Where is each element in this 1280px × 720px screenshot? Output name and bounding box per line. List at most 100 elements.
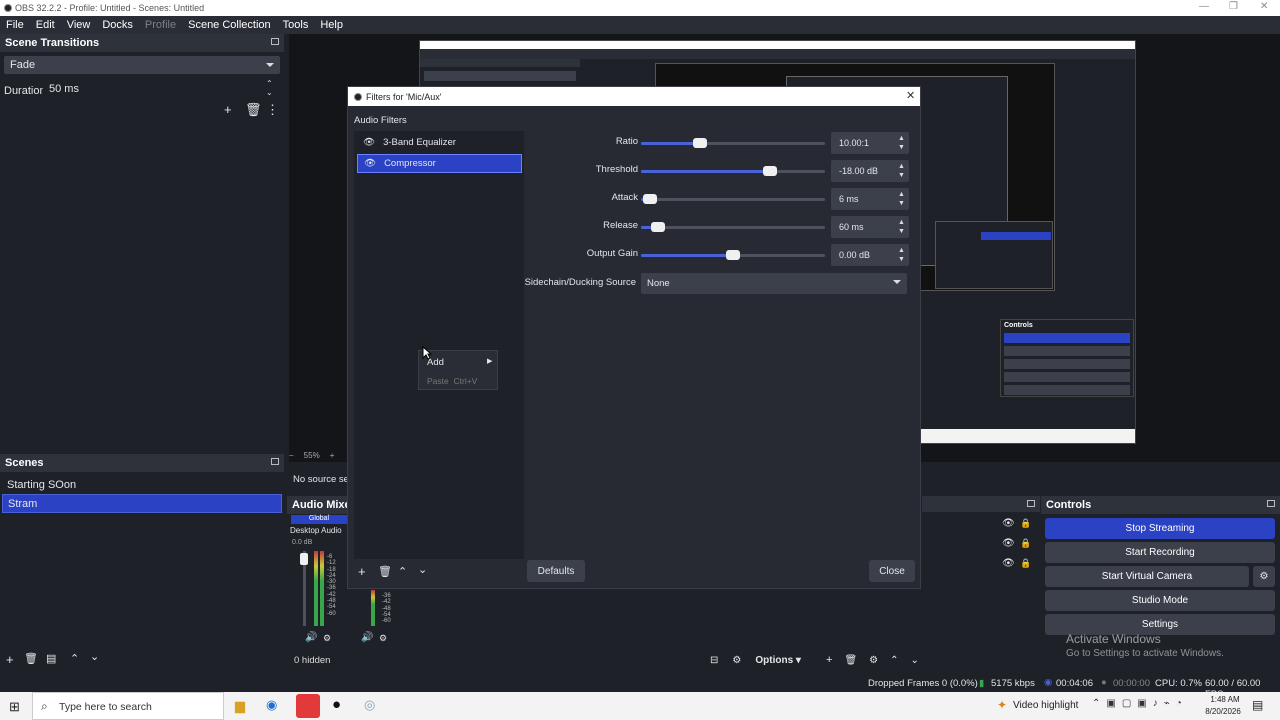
menu-edit[interactable]: Edit — [30, 19, 61, 31]
add-filter-button[interactable]: + — [358, 564, 366, 579]
system-tray-icons[interactable]: ⌃▣▢▣♪⌁◔ — [1092, 698, 1188, 709]
preview-zoom-bar: − 55% + — [289, 448, 349, 462]
menu-tools[interactable]: Tools — [277, 19, 315, 31]
close-window-icon[interactable]: ✕ — [1260, 1, 1268, 12]
slider-handle[interactable] — [726, 250, 740, 260]
release-slider[interactable] — [641, 222, 825, 232]
stepper-icon[interactable]: ▲ ▼ — [894, 160, 909, 182]
menu-file[interactable]: File — [0, 19, 30, 31]
scene-item-starting-soon[interactable]: Starting SOon — [2, 476, 282, 494]
close-dialog-icon[interactable]: ✕ — [906, 89, 915, 102]
opera-icon[interactable] — [296, 694, 320, 718]
transition-properties-button[interactable]: ⋮ — [266, 102, 279, 118]
stepper-icon[interactable]: ▲ ▼ — [894, 132, 909, 154]
close-button[interactable]: Close — [869, 560, 915, 582]
stop-streaming-button[interactable]: Stop Streaming — [1045, 518, 1275, 539]
zoom-out-icon[interactable]: − — [289, 451, 294, 460]
move-filter-up-button[interactable]: ⌃ — [398, 565, 407, 578]
context-paste-item[interactable]: Paste Ctrl+V — [427, 376, 477, 386]
record-icon: ● — [1101, 677, 1107, 688]
menu-docks[interactable]: Docks — [96, 19, 139, 31]
undock-icon[interactable] — [1267, 500, 1275, 507]
edge-browser-icon[interactable]: ◉ — [266, 697, 277, 713]
mixer-settings-icon[interactable]: ⚙ — [379, 633, 387, 644]
duration-spinbox[interactable]: 50 ms — [43, 80, 263, 98]
mixer-global-tab[interactable]: Global — [291, 515, 347, 524]
undock-icon[interactable] — [1027, 500, 1035, 507]
attack-slider[interactable] — [641, 194, 825, 204]
studio-mode-button[interactable]: Studio Mode — [1045, 590, 1275, 611]
menu-help[interactable]: Help — [314, 19, 349, 31]
file-explorer-icon[interactable]: ▆ — [235, 698, 245, 714]
scene-item-stram[interactable]: Stram — [2, 494, 282, 513]
zoom-in-icon[interactable]: + — [330, 451, 335, 460]
undock-icon[interactable] — [271, 458, 279, 465]
signal-icon: ▮ — [979, 678, 985, 689]
notification-icon[interactable]: ▤ — [1252, 698, 1263, 712]
restore-icon[interactable]: ❐ — [1229, 1, 1238, 12]
layout-icon[interactable]: ⊟ — [710, 655, 718, 666]
move-source-down-button[interactable]: ⌄ — [911, 655, 919, 666]
start-virtual-camera-button[interactable]: Start Virtual Camera — [1045, 566, 1249, 587]
remove-filter-button[interactable]: 🗑 — [378, 565, 392, 578]
add-source-button[interactable]: + — [826, 654, 832, 666]
video-highlight-icon[interactable]: ✦ — [997, 698, 1007, 712]
menu-profile[interactable]: Profile — [139, 19, 182, 31]
speaker-icon[interactable]: 🔊 — [305, 632, 317, 643]
scene-filters-button[interactable]: ▤ — [46, 652, 56, 665]
ratio-slider[interactable] — [641, 138, 825, 148]
start-recording-button[interactable]: Start Recording — [1045, 542, 1275, 563]
output-gain-slider[interactable] — [641, 250, 825, 260]
obs-taskbar-icon[interactable]: ● — [332, 696, 341, 713]
virtual-camera-settings-icon[interactable]: ⚙ — [1253, 566, 1275, 587]
speaker-icon[interactable]: 🔊 — [361, 632, 373, 643]
windows-start-icon[interactable]: ⊞ — [9, 699, 20, 715]
move-scene-down-button[interactable]: ⌄ — [90, 650, 99, 663]
taskbar-search-box[interactable]: ⌕ Type here to search — [32, 692, 224, 720]
volume-fader-knob[interactable] — [300, 553, 308, 565]
slider-handle[interactable] — [643, 194, 658, 204]
chevron-down-icon — [266, 63, 274, 67]
menu-view[interactable]: View — [61, 19, 97, 31]
sidechain-select[interactable]: None — [641, 273, 907, 294]
defaults-button[interactable]: Defaults — [527, 560, 585, 582]
stepper-icon[interactable]: ▲ ▼ — [894, 244, 909, 266]
scene-transitions-title: Scene Transitions — [5, 37, 100, 49]
sidechain-label: Sidechain/Ducking Source — [524, 277, 636, 288]
visibility-eye-icon[interactable]: 👁 — [1002, 538, 1015, 549]
add-transition-button[interactable]: + — [224, 102, 232, 117]
add-scene-button[interactable]: + — [6, 652, 14, 667]
visibility-eye-icon[interactable]: 👁 — [1002, 558, 1015, 569]
slider-fill — [641, 254, 733, 257]
nested-taskbar — [920, 429, 1135, 443]
move-scene-up-button[interactable]: ⌃ — [70, 652, 79, 665]
move-source-up-button[interactable]: ⌃ — [890, 655, 898, 666]
lock-icon[interactable]: 🔒 — [1020, 518, 1031, 529]
minimize-icon[interactable]: — — [1199, 1, 1209, 12]
menu-scene-collection[interactable]: Scene Collection — [182, 19, 277, 31]
lock-icon[interactable]: 🔒 — [1020, 558, 1031, 569]
slider-handle[interactable] — [650, 222, 665, 232]
remove-scene-button[interactable]: 🗑 — [24, 652, 38, 665]
duration-stepper-icon[interactable]: ⌃ ⌄ — [266, 79, 273, 97]
scene-label: Starting SOon — [7, 479, 77, 491]
options-button[interactable]: Options ▾ — [755, 655, 801, 666]
meter-scale-2: -36 -42 -48 -54 -60 — [382, 593, 391, 625]
remove-transition-button[interactable]: 🗑 — [245, 102, 262, 118]
slider-handle[interactable] — [692, 138, 707, 148]
app-taskbar-icon[interactable]: ◎ — [364, 697, 375, 713]
stepper-icon[interactable]: ▲ ▼ — [894, 188, 909, 210]
undock-icon[interactable] — [271, 38, 279, 45]
slider-handle[interactable] — [762, 166, 777, 176]
source-properties-button[interactable]: ⚙ — [869, 655, 878, 666]
remove-source-button[interactable]: 🗑 — [844, 655, 857, 666]
threshold-slider[interactable] — [641, 166, 825, 176]
visibility-eye-icon[interactable]: 👁 — [1002, 518, 1015, 529]
lock-icon[interactable]: 🔒 — [1020, 538, 1031, 549]
filters-dialog-titlebar: Filters for 'Mic/Aux' — [348, 87, 920, 106]
stepper-icon[interactable]: ▲ ▼ — [894, 216, 909, 238]
mixer-settings-icon[interactable]: ⚙ — [323, 633, 331, 644]
move-filter-down-button[interactable]: ⌄ — [418, 563, 427, 576]
filter-icon[interactable]: ⚙ — [732, 655, 741, 666]
transition-select[interactable]: Fade — [4, 56, 280, 74]
